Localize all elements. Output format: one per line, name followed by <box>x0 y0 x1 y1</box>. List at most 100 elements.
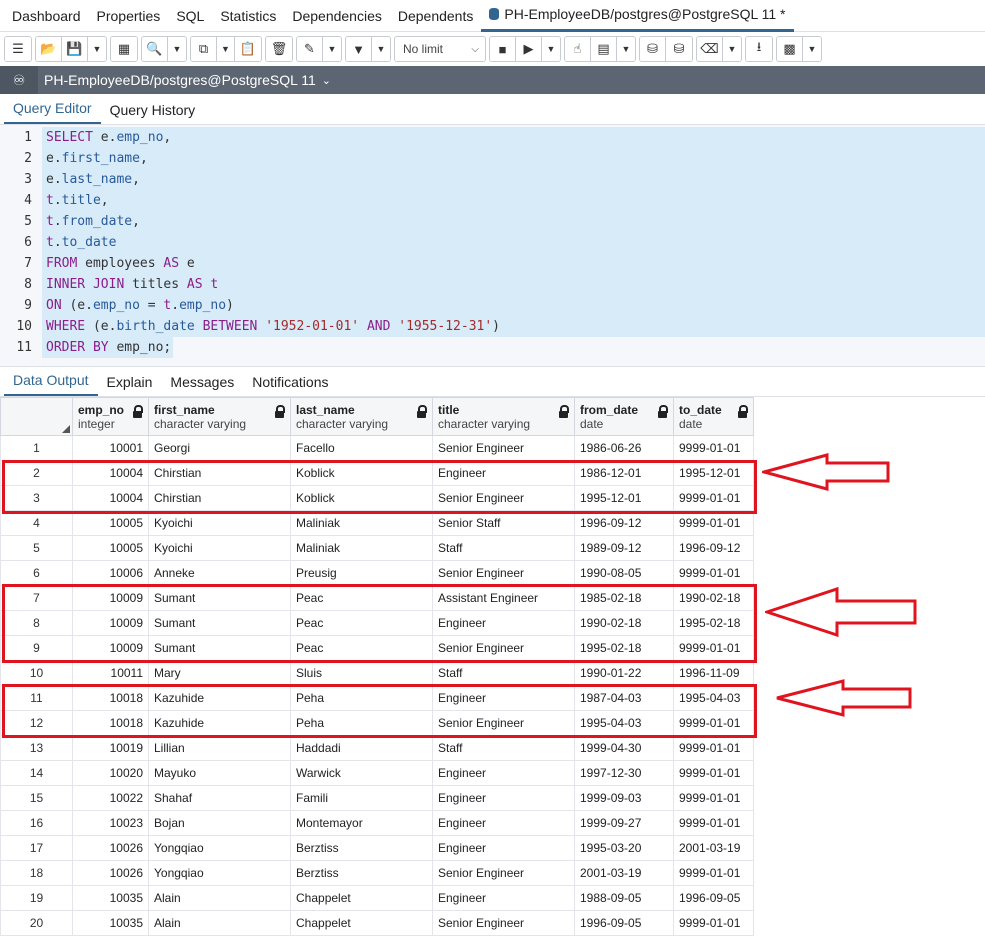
cell-emp-no[interactable]: 10020 <box>72 760 149 786</box>
cell-first-name[interactable]: Kyoichi <box>148 510 291 536</box>
tab-dashboard[interactable]: Dashboard <box>4 0 89 32</box>
cell-to-date[interactable]: 1996-11-09 <box>673 660 754 686</box>
execute-dropdown-icon[interactable]: ▼ <box>542 37 560 61</box>
cell-from-date[interactable]: 1999-09-03 <box>574 785 674 811</box>
cell-from-date[interactable]: 1985-02-18 <box>574 585 674 611</box>
tab-dependents[interactable]: Dependents <box>390 0 482 32</box>
tab-dependencies[interactable]: Dependencies <box>284 0 390 32</box>
column-header-title[interactable]: title character varying <box>432 397 575 436</box>
cell-emp-no[interactable]: 10006 <box>72 560 149 586</box>
save-icon[interactable]: 💾 <box>62 37 88 61</box>
cell-from-date[interactable]: 1990-08-05 <box>574 560 674 586</box>
cell-from-date[interactable]: 2001-03-19 <box>574 860 674 886</box>
cell-last-name[interactable]: Koblick <box>290 485 433 511</box>
cell-title[interactable]: Senior Staff <box>432 510 575 536</box>
table-row[interactable]: 10 10011 Mary Sluis Staff 1990-01-22 1996-11-0… <box>0 660 754 686</box>
table-row[interactable]: 6 10006 Anneke Preusig Senior Engineer 1990-0… <box>0 560 754 586</box>
row-number[interactable]: 7 <box>0 585 73 611</box>
cell-last-name[interactable]: Haddadi <box>290 735 433 761</box>
save-dropdown-icon[interactable]: ▼ <box>88 37 106 61</box>
cell-title[interactable]: Engineer <box>432 760 575 786</box>
cell-from-date[interactable]: 1996-09-05 <box>574 910 674 936</box>
cell-to-date[interactable]: 9999-01-01 <box>673 760 754 786</box>
column-header-to-date[interactable]: to_date date <box>673 397 754 436</box>
table-row[interactable]: 13 10019 Lillian Haddadi Staff 1999-04-30 9999… <box>0 735 754 761</box>
cell-from-date[interactable]: 1995-03-20 <box>574 835 674 861</box>
filter-icon[interactable]: ▼ <box>346 37 372 61</box>
table-row[interactable]: 9 10009 Sumant Peac Senior Engineer 1995-02-1… <box>0 635 754 661</box>
tab-sql[interactable]: SQL <box>168 0 212 32</box>
rollback-icon[interactable]: ⛁ <box>666 37 692 61</box>
cell-last-name[interactable]: Koblick <box>290 460 433 486</box>
search-icon[interactable]: 🔍 <box>142 37 168 61</box>
delete-icon[interactable]: 🗑 <box>266 37 292 61</box>
cell-last-name[interactable]: Berztiss <box>290 860 433 886</box>
stop-icon[interactable]: ■ <box>490 37 516 61</box>
table-row[interactable]: 8 10009 Sumant Peac Engineer 1990-02-18 1995-0… <box>0 610 754 636</box>
table-row[interactable]: 3 10004 Chirstian Koblick Senior Engineer 199… <box>0 485 754 511</box>
cell-emp-no[interactable]: 10035 <box>72 910 149 936</box>
cell-from-date[interactable]: 1995-02-18 <box>574 635 674 661</box>
row-number[interactable]: 8 <box>0 610 73 636</box>
cell-to-date[interactable]: 9999-01-01 <box>673 910 754 936</box>
cell-to-date[interactable]: 2001-03-19 <box>673 835 754 861</box>
row-number[interactable]: 17 <box>0 835 73 861</box>
limit-select[interactable]: No limit ⌵ <box>394 36 486 62</box>
cell-emp-no[interactable]: 10023 <box>72 810 149 836</box>
cell-title[interactable]: Engineer <box>432 885 575 911</box>
paste-icon[interactable]: 📋 <box>235 37 261 61</box>
table-row[interactable]: 14 10020 Mayuko Warwick Engineer 1997-12-30 99… <box>0 760 754 786</box>
tab-data-output[interactable]: Data Output <box>4 372 98 396</box>
copy-dropdown-icon[interactable]: ▼ <box>217 37 235 61</box>
cell-first-name[interactable]: Mary <box>148 660 291 686</box>
edit-icon[interactable]: ✎ <box>297 37 323 61</box>
cell-first-name[interactable]: Mayuko <box>148 760 291 786</box>
cell-to-date[interactable]: 9999-01-01 <box>673 635 754 661</box>
sql-editor[interactable]: 1 SELECT e.emp_no, 2 e.first_name, 3 e.last… <box>0 124 985 366</box>
cell-last-name[interactable]: Chappelet <box>290 885 433 911</box>
cell-title[interactable]: Senior Engineer <box>432 435 575 461</box>
cell-to-date[interactable]: 9999-01-01 <box>673 510 754 536</box>
cell-emp-no[interactable]: 10009 <box>72 635 149 661</box>
cell-from-date[interactable]: 1995-12-01 <box>574 485 674 511</box>
row-number[interactable]: 12 <box>0 710 73 736</box>
cell-first-name[interactable]: Yongqiao <box>148 860 291 886</box>
cell-first-name[interactable]: Chirstian <box>148 460 291 486</box>
row-number[interactable]: 6 <box>0 560 73 586</box>
tab-query-history[interactable]: Query History <box>101 102 205 124</box>
cell-title[interactable]: Engineer <box>432 835 575 861</box>
row-number[interactable]: 10 <box>0 660 73 686</box>
table-row[interactable]: 20 10035 Alain Chappelet Senior Engineer 1996… <box>0 910 754 936</box>
row-number[interactable]: 2 <box>0 460 73 486</box>
cell-emp-no[interactable]: 10011 <box>72 660 149 686</box>
macros-icon[interactable]: ▩ <box>777 37 803 61</box>
cell-title[interactable]: Staff <box>432 660 575 686</box>
table-row[interactable]: 12 10018 Kazuhide Peha Senior Engineer 1995-0… <box>0 710 754 736</box>
cell-emp-no[interactable]: 10019 <box>72 735 149 761</box>
cell-title[interactable]: Staff <box>432 535 575 561</box>
cell-from-date[interactable]: 1996-09-12 <box>574 510 674 536</box>
cell-first-name[interactable]: Anneke <box>148 560 291 586</box>
tab-query-tool[interactable]: PH-EmployeeDB/postgres@PostgreSQL 11 * <box>481 0 794 32</box>
cell-to-date[interactable]: 1990-02-18 <box>673 585 754 611</box>
cell-title[interactable]: Staff <box>432 735 575 761</box>
cell-from-date[interactable]: 1987-04-03 <box>574 685 674 711</box>
cell-first-name[interactable]: Yongqiao <box>148 835 291 861</box>
cell-from-date[interactable]: 1995-04-03 <box>574 710 674 736</box>
cell-from-date[interactable]: 1990-02-18 <box>574 610 674 636</box>
cell-title[interactable]: Engineer <box>432 810 575 836</box>
cell-last-name[interactable]: Famili <box>290 785 433 811</box>
cell-emp-no[interactable]: 10022 <box>72 785 149 811</box>
cell-title[interactable]: Engineer <box>432 610 575 636</box>
cell-title[interactable]: Senior Engineer <box>432 910 575 936</box>
cell-emp-no[interactable]: 10005 <box>72 535 149 561</box>
cell-emp-no[interactable]: 10009 <box>72 610 149 636</box>
cell-to-date[interactable]: 1996-09-05 <box>673 885 754 911</box>
cell-last-name[interactable]: Preusig <box>290 560 433 586</box>
cell-from-date[interactable]: 1997-12-30 <box>574 760 674 786</box>
cell-last-name[interactable]: Peac <box>290 610 433 636</box>
explain-dropdown-icon[interactable]: ▼ <box>617 37 635 61</box>
cell-to-date[interactable]: 1995-02-18 <box>673 610 754 636</box>
column-header-emp-no[interactable]: emp_no integer <box>72 397 149 436</box>
cell-last-name[interactable]: Peac <box>290 585 433 611</box>
